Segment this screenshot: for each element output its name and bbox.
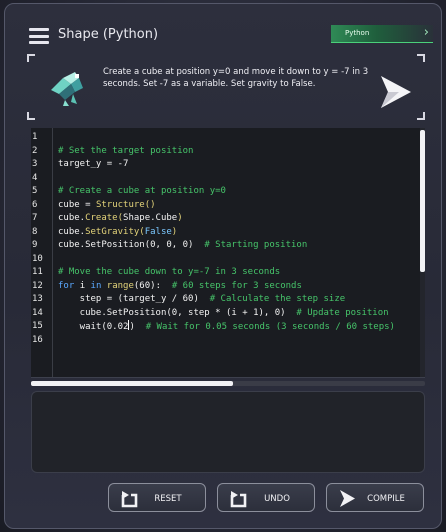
code-line[interactable] — [58, 131, 420, 145]
code-token-comment: # Set the target position — [58, 145, 194, 156]
code-token-ident: cube. — [58, 213, 86, 223]
code-line[interactable] — [58, 172, 420, 186]
line-number-gutter: 1 2 3 4 5 6 7 8 9 10 11 12 13 14 15 16 — [31, 128, 53, 377]
reset-button[interactable]: RESET — [108, 483, 206, 512]
code-token-call: Create( — [85, 213, 124, 223]
code-panel: Shape (Python) Python Create a cube at p… — [4, 3, 442, 529]
code-token-comment: # Move the cube down to y=-7 in 3 second… — [58, 267, 281, 277]
code-token-ident: ) — [129, 322, 146, 332]
code-token-call: Structure() — [95, 199, 156, 210]
vertical-scrollbar[interactable] — [420, 128, 425, 377]
compile-button[interactable]: COMPILE — [326, 483, 424, 512]
code-token-call: SetGravity( — [85, 226, 145, 237]
output-console — [31, 391, 425, 473]
code-token-comment: # 60 steps for 3 seconds — [171, 280, 302, 291]
line-number: 16 — [32, 334, 43, 345]
code-line[interactable]: # Set the target position — [58, 145, 420, 159]
code-token-ident: i — [79, 280, 91, 291]
line-number: 4 — [32, 172, 38, 183]
reset-label: RESET — [154, 494, 182, 504]
code-token-call: ) — [171, 226, 178, 237]
undo-label: UNDO — [264, 494, 290, 504]
language-tab[interactable]: Python — [331, 25, 433, 43]
code-line[interactable]: cube.SetPosition(0, 0, 0) # Starting pos… — [58, 239, 420, 253]
horizontal-scrollbar[interactable] — [31, 381, 425, 386]
horizontal-scroll-thumb[interactable] — [31, 381, 233, 386]
play-arrow-icon[interactable] — [379, 74, 413, 110]
line-number: 2 — [32, 145, 38, 156]
code-token-const: False — [144, 226, 172, 237]
line-number: 14 — [32, 307, 43, 318]
code-line[interactable]: target_y = -7 — [58, 158, 420, 172]
code-line[interactable]: for i in range(60): # 60 steps for 3 sec… — [58, 280, 420, 294]
task-description-box: Create a cube at position y=0 and move i… — [27, 54, 425, 120]
corner-bracket — [27, 54, 35, 62]
line-number: 11 — [32, 267, 43, 277]
code-line[interactable]: wait(0.02) # Wait for 0.05 seconds (3 se… — [58, 320, 420, 334]
code-line[interactable] — [58, 253, 420, 267]
panel-header: Shape (Python) Python — [23, 24, 433, 52]
corner-bracket — [417, 54, 425, 62]
line-number: 13 — [32, 294, 43, 304]
line-number: 10 — [32, 253, 43, 264]
code-line[interactable] — [58, 334, 420, 348]
code-line[interactable]: # Move the cube down to y=-7 in 3 second… — [58, 266, 420, 280]
code-token-ident: target_y = -7 — [58, 159, 129, 169]
code-token-comment: # Update position — [296, 307, 389, 318]
code-token-call: ) — [177, 213, 183, 223]
code-token-ident: cube. — [58, 226, 86, 237]
line-number: 9 — [32, 240, 38, 250]
code-token-comment: # Calculate the step size — [209, 294, 346, 304]
robot-bird-icon — [51, 72, 83, 106]
code-token-ident: wait(0.02 — [58, 322, 129, 332]
line-number: 15 — [32, 321, 43, 331]
code-token-ident: Shape.Cube — [123, 213, 178, 223]
vertical-scroll-thumb[interactable] — [420, 130, 425, 272]
code-token-ident: (60): — [133, 280, 172, 291]
code-line[interactable]: cube = Structure() — [58, 199, 420, 213]
code-token-keyword: in — [90, 280, 107, 291]
corner-bracket — [417, 112, 425, 120]
undo-button[interactable]: UNDO — [217, 483, 315, 512]
code-line[interactable]: # Create a cube at position y=0 — [58, 185, 420, 199]
task-text: Create a cube at position y=0 and move i… — [103, 67, 369, 89]
code-token-call: range — [106, 280, 134, 291]
line-number: 3 — [32, 159, 38, 169]
code-token-comment: # Wait for 0.05 seconds (3 seconds / 60 … — [145, 322, 395, 332]
code-area[interactable]: # Set the target position target_y = -7 # … — [58, 128, 420, 377]
code-line[interactable]: step = (target_y / 60) # Calculate the s… — [58, 293, 420, 307]
code-token-ident: cube = — [58, 199, 96, 210]
code-line[interactable]: cube.Create(Shape.Cube) — [58, 212, 420, 226]
code-token-ident: cube.SetPosition(0, 0, 0) — [58, 240, 205, 250]
line-number: 5 — [32, 186, 38, 196]
panel-title: Shape (Python) — [58, 27, 159, 42]
code-token-ident: cube.SetPosition(0, step * (i + 1), 0) — [58, 307, 297, 318]
code-token-comment: # Starting position — [204, 240, 308, 250]
line-number: 8 — [32, 226, 38, 237]
line-number: 6 — [32, 199, 38, 210]
code-line[interactable]: cube.SetPosition(0, step * (i + 1), 0) #… — [58, 307, 420, 321]
code-token-keyword: for — [58, 280, 80, 291]
code-token-comment: # Create a cube at position y=0 — [58, 186, 226, 196]
line-number: 12 — [32, 280, 43, 291]
code-line[interactable]: cube.SetGravity(False) — [58, 226, 420, 240]
line-number: 1 — [32, 132, 38, 142]
line-number: 7 — [32, 213, 38, 223]
compile-label: COMPILE — [367, 494, 405, 504]
code-editor[interactable]: 1 2 3 4 5 6 7 8 9 10 11 12 13 14 15 16 # Set the target… — [31, 128, 425, 378]
hamburger-menu-icon[interactable] — [29, 28, 49, 44]
code-token-ident: step = (target_y / 60) — [58, 294, 210, 304]
corner-bracket — [27, 112, 35, 120]
